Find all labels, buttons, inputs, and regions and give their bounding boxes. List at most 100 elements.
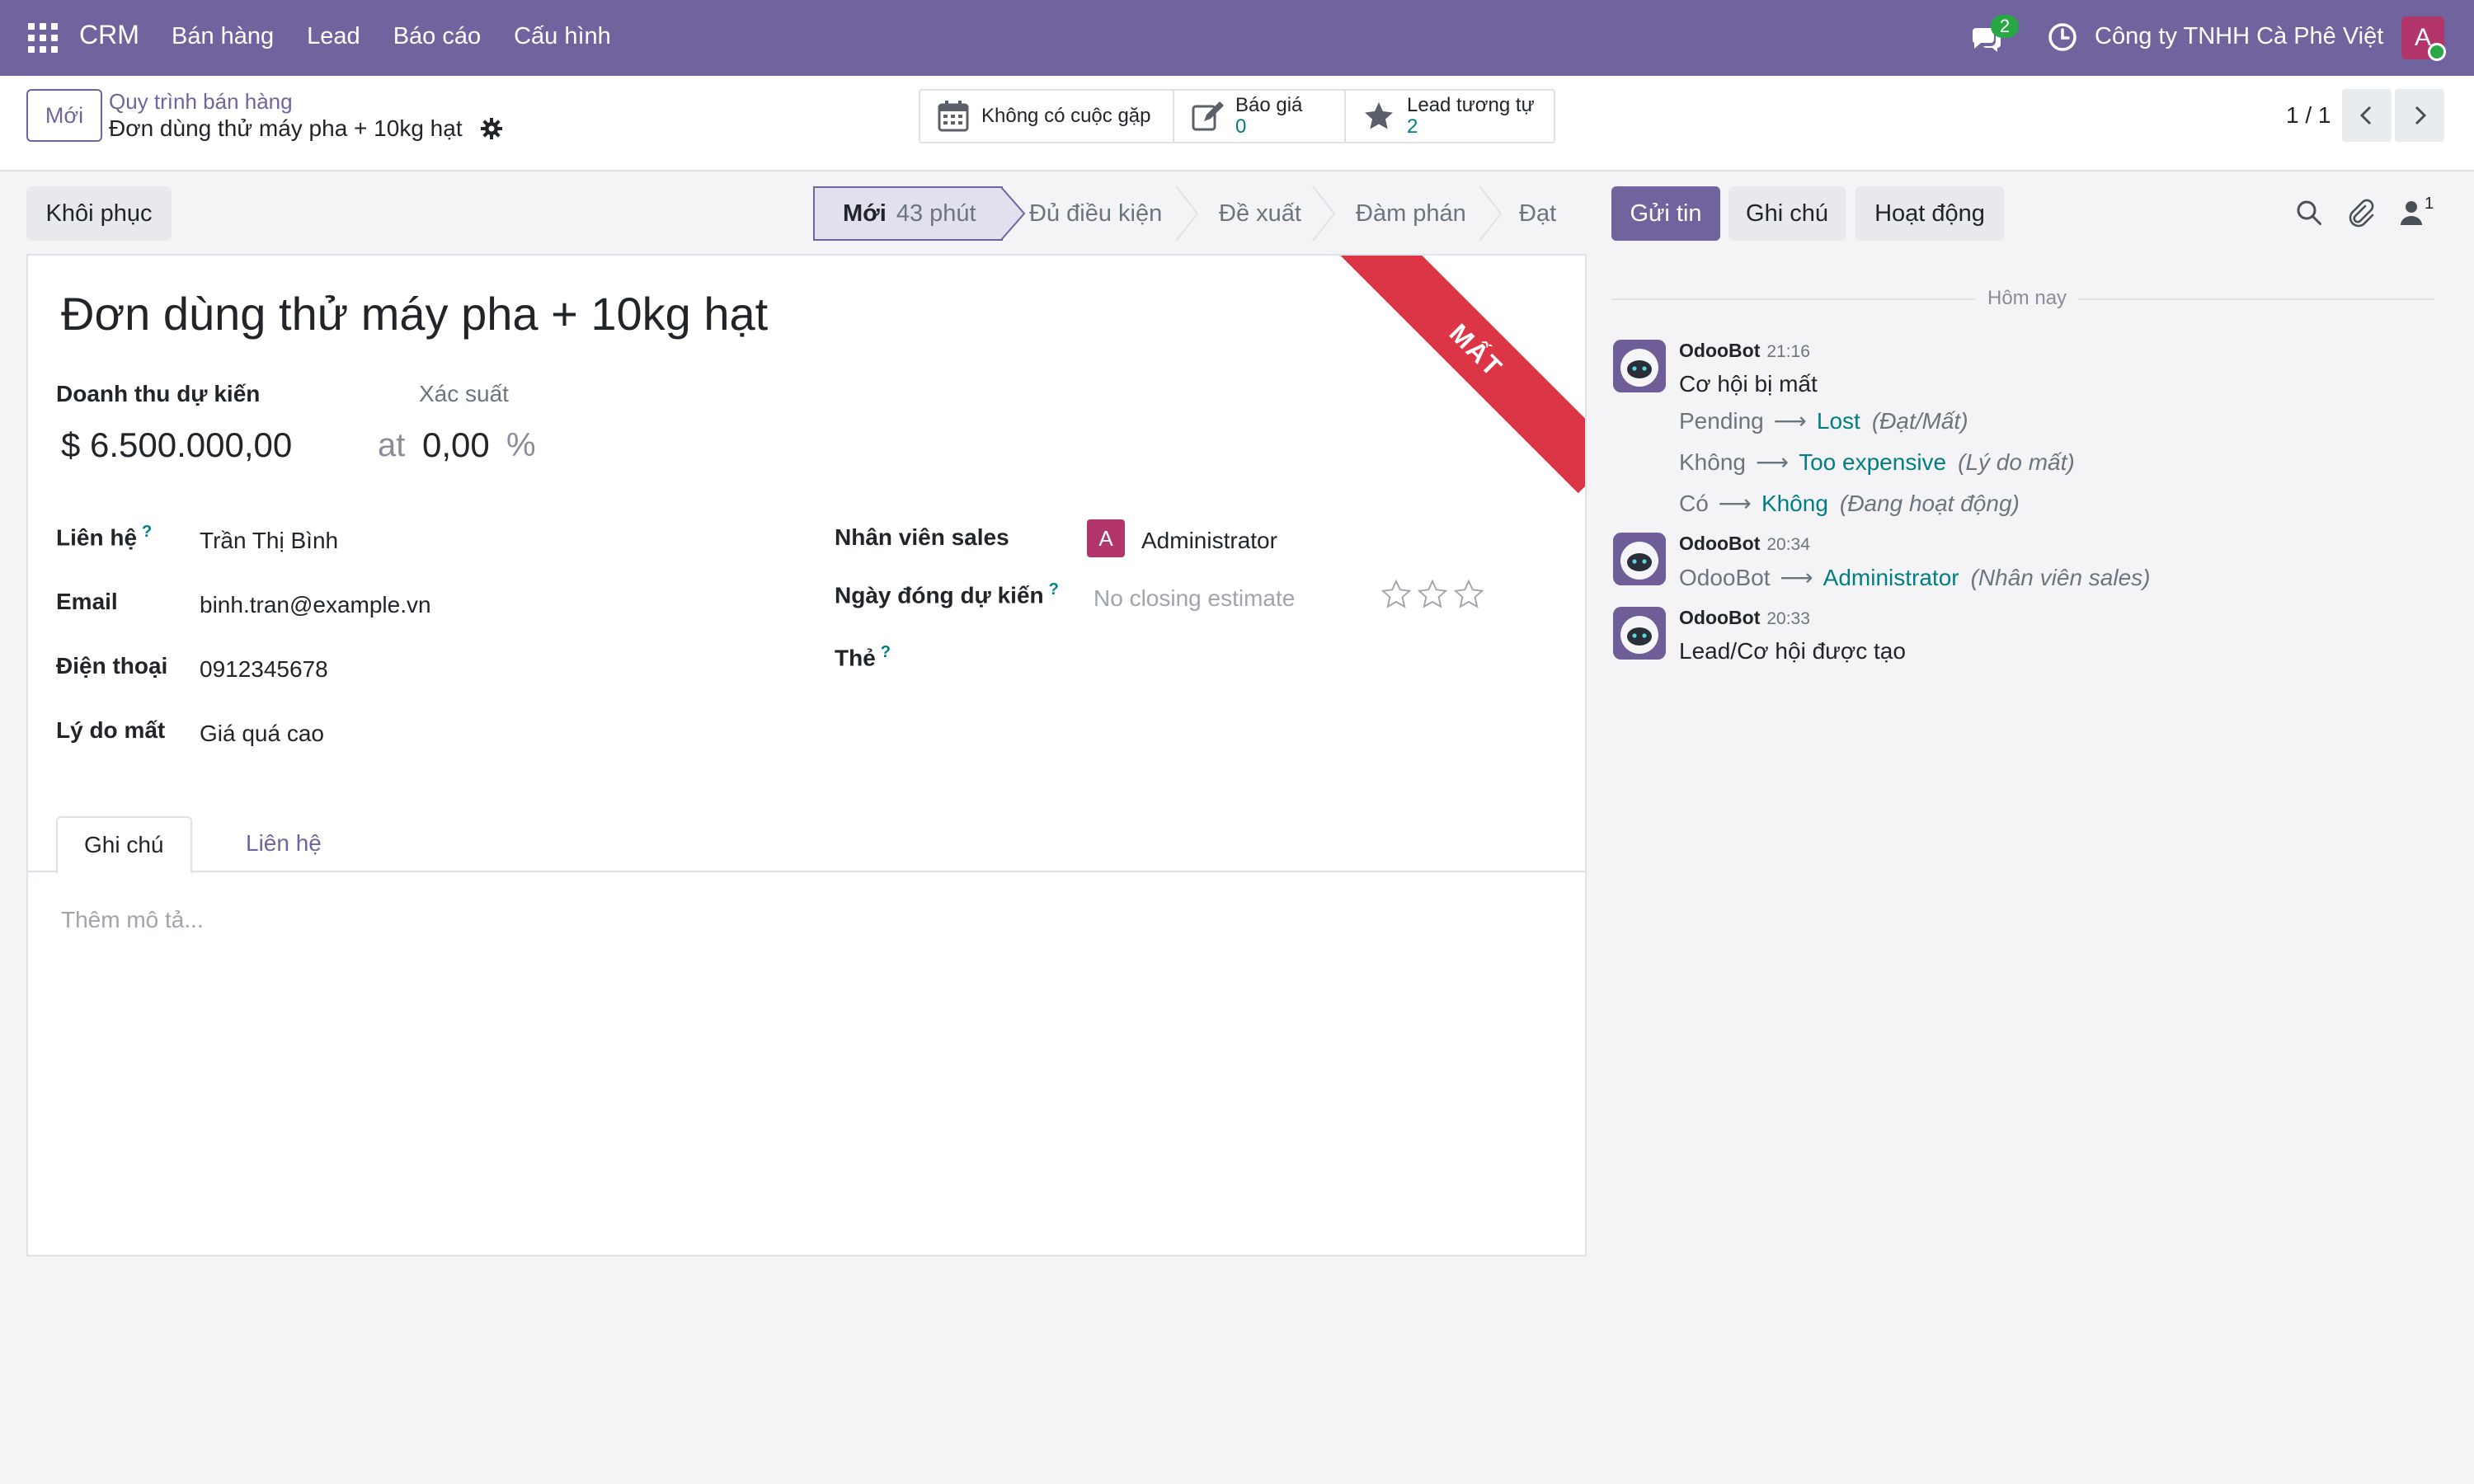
similar-leads-count: 2 — [1407, 115, 1418, 138]
tracking-new-value: Không — [1761, 491, 1828, 516]
close-date-label-text: Ngày đóng dự kiến — [835, 582, 1044, 608]
stage-won[interactable]: Đạt — [1519, 186, 1556, 241]
tracking-line: OdooBot ⟶ Administrator (Nhân viên sales) — [1679, 564, 2150, 591]
message-author-name: OdooBot — [1679, 340, 1761, 361]
quotations-label: Báo giá — [1235, 94, 1303, 116]
stage-separator — [1479, 186, 1503, 241]
app-brand[interactable]: CRM — [79, 20, 139, 50]
robot-face-icon — [1613, 533, 1666, 585]
star-outline-icon[interactable] — [1417, 579, 1448, 610]
record-title[interactable]: Đơn dùng thử máy pha + 10kg hạt — [61, 287, 768, 340]
stage-proposition[interactable]: Đề xuất — [1219, 186, 1301, 241]
apps-menu-icon[interactable] — [28, 23, 58, 53]
date-separator-label: Hôm nay — [1976, 287, 2079, 310]
probability-value[interactable]: 0,00 — [422, 425, 490, 465]
tab-notes[interactable]: Ghi chú — [56, 816, 192, 874]
arrow-right-icon: ⟶ — [1718, 491, 1752, 516]
log-note-button[interactable]: Ghi chú — [1729, 186, 1846, 241]
stage-new-duration: 43 phút — [896, 200, 976, 227]
quotations-smart-button[interactable]: Báo giá 0 — [1174, 91, 1346, 142]
star-outline-icon[interactable] — [1380, 579, 1412, 610]
edit-document-icon — [1192, 101, 1224, 131]
salesperson-field-label: Nhân viên sales — [835, 524, 1009, 550]
followers-icon[interactable] — [2396, 198, 2426, 228]
message-body: Lead/Cơ hội được tạo — [1679, 638, 1906, 664]
activity-clock-icon[interactable] — [2047, 21, 2078, 53]
similar-leads-smart-button[interactable]: Lead tương tự 2 — [1346, 91, 1554, 142]
tags-label-text: Thẻ — [835, 645, 876, 671]
tracking-field-name: (Lý do mất) — [1958, 449, 2075, 475]
menu-item-reports[interactable]: Báo cáo — [393, 23, 481, 50]
probability-at-text: at — [378, 427, 406, 463]
contact-label-text: Liên hệ — [56, 524, 138, 551]
send-message-button[interactable]: Gửi tin — [1611, 186, 1720, 241]
tracking-new-value: Lost — [1816, 408, 1860, 434]
close-date-field-label: Ngày đóng dự kiến? — [835, 580, 1059, 608]
tracking-new-value: Too expensive — [1799, 449, 1947, 475]
notebook-tabs: Ghi chú Liên hệ — [28, 808, 1585, 874]
similar-leads-label: Lead tương tự — [1407, 94, 1535, 116]
salesperson-field[interactable]: Administrator — [1141, 528, 1277, 554]
tracking-line: Không ⟶ Too expensive (Lý do mất) — [1679, 448, 2075, 476]
stage-new[interactable]: Mới 43 phút — [813, 186, 1003, 241]
help-icon[interactable]: ? — [881, 643, 891, 661]
followers-count: 1 — [2425, 195, 2434, 213]
meetings-label: Không có cuộc gặp — [981, 105, 1151, 127]
menu-item-lead[interactable]: Lead — [307, 23, 360, 50]
restore-button[interactable]: Khôi phục — [26, 186, 172, 241]
contact-field-value[interactable]: Trần Thị Bình — [200, 528, 338, 554]
new-record-button[interactable]: Mới — [26, 89, 102, 142]
help-icon[interactable]: ? — [142, 523, 152, 541]
tracking-field-name: (Nhân viên sales) — [1970, 565, 2151, 590]
schedule-activity-button[interactable]: Hoạt động — [1856, 186, 2004, 241]
control-panel: Mới Quy trình bán hàng Đơn dùng thử máy … — [0, 76, 2474, 171]
tracking-old-value: OdooBot — [1679, 565, 1771, 590]
calendar-icon — [938, 101, 969, 132]
help-icon[interactable]: ? — [1049, 580, 1059, 599]
description-editor[interactable]: Thêm mô tả... — [61, 907, 204, 933]
probability-label: Xác suất — [419, 381, 509, 406]
phone-field[interactable]: 0912345678 — [200, 656, 328, 683]
stage-qualified[interactable]: Đủ điều kiện — [1029, 186, 1162, 241]
stage-negotiation[interactable]: Đàm phán — [1356, 186, 1466, 241]
priority-stars — [1380, 579, 1484, 610]
smart-buttons: Không có cuộc gặp Báo giá 0 Lead tương t… — [919, 89, 1555, 143]
message-author-name: OdooBot — [1679, 607, 1761, 628]
stage-separator — [1001, 186, 1026, 241]
chevron-right-icon — [2415, 106, 2427, 125]
email-field-label: Email — [56, 589, 118, 614]
quotations-count: 0 — [1235, 115, 1247, 138]
arrow-right-icon: ⟶ — [1773, 408, 1807, 434]
tracking-field-name: (Đạt/Mất) — [1871, 408, 1968, 434]
paperclip-icon[interactable] — [2345, 198, 2375, 228]
expected-revenue-value[interactable]: $ 6.500.000,00 — [61, 425, 292, 465]
arrow-right-icon: ⟶ — [1755, 449, 1790, 475]
stage-separator — [1312, 186, 1336, 241]
menu-item-sales[interactable]: Bán hàng — [172, 23, 274, 50]
meetings-smart-button[interactable]: Không có cuộc gặp — [920, 91, 1174, 142]
phone-field-label: Điện thoại — [56, 653, 168, 679]
star-outline-icon[interactable] — [1453, 579, 1484, 610]
close-date-input[interactable]: No closing estimate — [1094, 585, 1295, 612]
gear-icon[interactable] — [480, 117, 503, 140]
odoobot-avatar — [1613, 340, 1666, 392]
tab-contacts[interactable]: Liên hệ — [219, 816, 348, 874]
main-menu: Bán hàng Lead Báo cáo Cấu hình — [172, 23, 644, 50]
message-time: 20:33 — [1766, 609, 1810, 628]
email-field[interactable]: binh.tran@example.vn — [200, 592, 431, 618]
salesperson-avatar: A — [1087, 519, 1125, 557]
lost-reason-field[interactable]: Giá quá cao — [200, 721, 324, 747]
pager-previous-button[interactable] — [2342, 89, 2392, 142]
menu-item-config[interactable]: Cấu hình — [514, 23, 611, 50]
message-body: Cơ hội bị mất — [1679, 371, 1818, 397]
top-navbar: CRM Bán hàng Lead Báo cáo Cấu hình 2 Côn… — [0, 0, 2474, 76]
pager-value[interactable]: 1 / 1 — [2286, 102, 2331, 129]
contact-field-label: Liên hệ? — [56, 523, 152, 551]
breadcrumb-parent[interactable]: Quy trình bán hàng — [109, 89, 293, 115]
message-author: OdooBot 20:34 — [1679, 533, 1810, 555]
company-switcher[interactable]: Công ty TNHH Cà Phê Việt — [2095, 23, 2383, 50]
search-icon[interactable] — [2294, 198, 2324, 228]
pager-next-button[interactable] — [2395, 89, 2444, 142]
star-icon — [1365, 102, 1393, 129]
tracking-old-value: Có — [1679, 491, 1709, 516]
